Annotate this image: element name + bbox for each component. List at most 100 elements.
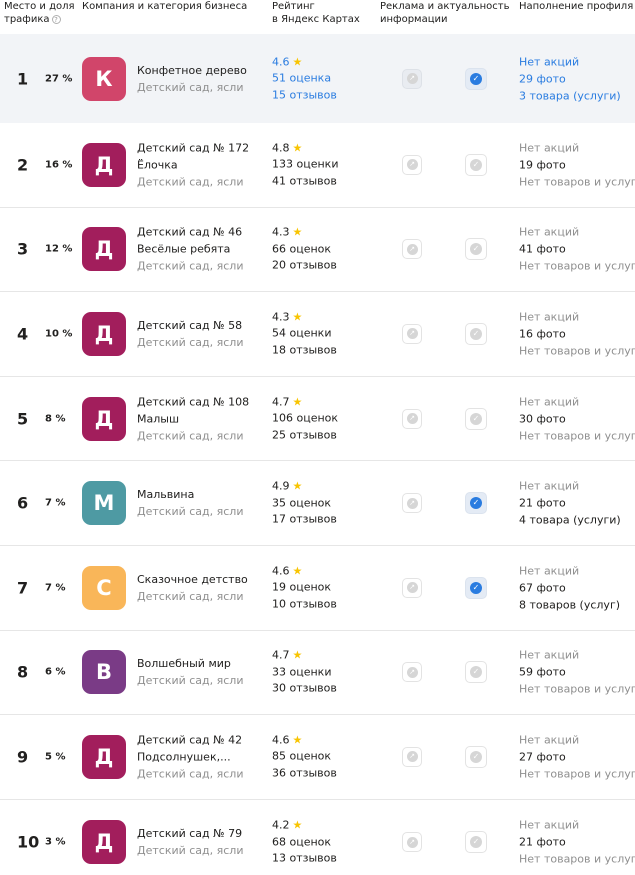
reviews-count: 13 отзывов <box>272 851 337 865</box>
ratings-count: 85 оценок <box>272 749 332 763</box>
promos-status: Нет акций <box>519 479 580 493</box>
company-info[interactable]: Детский сад № 172 Ёлочка Детский сад, яс… <box>137 139 262 190</box>
ad-dot-icon: ↗ <box>406 73 418 84</box>
traffic-share: 7 % <box>45 582 66 594</box>
info-verified-icon[interactable]: ✓ <box>465 407 487 430</box>
company-info[interactable]: Детский сад № 46 Весёлые ребята Детский … <box>137 224 262 275</box>
promos-status: Нет акций <box>519 310 580 324</box>
check-icon: ✓ <box>470 497 482 510</box>
header-ads-label-1: Реклама и актуальность <box>380 1 510 12</box>
traffic-share: 7 % <box>45 497 66 509</box>
header-rank-share: Место и доля трафика? <box>4 0 76 26</box>
company-category: Детский сад, ясли <box>137 80 244 94</box>
info-verified-icon[interactable]: ✓ <box>465 831 487 854</box>
info-verified-icon[interactable]: ✓ <box>465 745 487 768</box>
header-rank-label-2: трафика <box>4 14 50 25</box>
rank-number: 6 <box>17 493 29 513</box>
table-row[interactable]: 7 7 % С Сказочное детство Детский сад, я… <box>0 546 635 631</box>
table-row[interactable]: 5 8 % Д Детский сад № 108 Малыш Детский … <box>0 377 635 462</box>
ad-status-icon[interactable]: ↗ <box>402 408 422 429</box>
table-row[interactable]: 4 10 % Д Детский сад № 58 Детский сад, я… <box>0 292 635 377</box>
company-name-line-2: Малыш <box>137 412 180 426</box>
table-row[interactable]: 1 27 % К Конфетное дерево Детский сад, я… <box>0 34 635 123</box>
company-category: Детский сад, ясли <box>137 505 244 519</box>
profile-fill: Нет акций 29 фото 3 товара (услуги) <box>519 53 635 104</box>
table-row[interactable]: 3 12 % Д Детский сад № 46 Весёлые ребята… <box>0 208 635 293</box>
header-rating: Рейтинг в Яндекс Картах <box>272 0 372 26</box>
goods-status: Нет товаров и услуг <box>519 852 635 866</box>
star-icon: ★ <box>292 479 303 493</box>
rating-value: 4.6 <box>272 733 290 747</box>
company-name-line-1: Конфетное дерево <box>137 63 247 77</box>
company-avatar: М <box>82 481 126 526</box>
info-verified-icon[interactable]: ✓ <box>465 492 487 515</box>
ad-dot-icon: ↗ <box>406 243 418 255</box>
header-company: Компания и категория бизнеса <box>82 1 248 12</box>
ad-status-icon[interactable]: ↗ <box>402 662 422 683</box>
photos-count: 21 фото <box>519 835 566 849</box>
promos-status: Нет акций <box>519 395 580 409</box>
company-name: Детский сад № 58 <box>137 317 262 334</box>
ad-status-icon[interactable]: ↗ <box>402 239 422 260</box>
header-rating-label-1: Рейтинг <box>272 1 315 12</box>
info-verified-icon[interactable]: ✓ <box>465 576 487 599</box>
photos-count: 29 фото <box>519 72 566 85</box>
rating-value: 4.3 <box>272 310 290 324</box>
promos-status: Нет акций <box>519 733 580 747</box>
profile-fill: Нет акций 21 фото 4 товара (услуги) <box>519 478 635 529</box>
ad-status-icon[interactable]: ↗ <box>402 832 422 853</box>
company-info[interactable]: Детский сад № 79 Детский сад, ясли <box>137 825 262 859</box>
star-icon: ★ <box>292 394 303 408</box>
company-info[interactable]: Детский сад № 108 Малыш Детский сад, ясл… <box>137 393 262 444</box>
ad-status-icon[interactable]: ↗ <box>402 68 422 89</box>
ad-dot-icon: ↗ <box>406 582 418 594</box>
photos-count: 21 фото <box>519 496 566 510</box>
company-info[interactable]: Детский сад № 58 Детский сад, ясли <box>137 317 262 351</box>
info-verified-icon[interactable]: ✓ <box>465 322 487 345</box>
reviews-count: 36 отзывов <box>272 766 337 780</box>
table-row[interactable]: 9 5 % Д Детский сад № 42 Подсолнушек,...… <box>0 715 635 800</box>
info-verified-icon[interactable]: ✓ <box>465 238 487 261</box>
reviews-count: 25 отзывов <box>272 427 337 441</box>
company-name: Детский сад № 172 Ёлочка <box>137 139 262 173</box>
table-row[interactable]: 6 7 % М Мальвина Детский сад, ясли 4.9 ★ … <box>0 461 635 546</box>
info-verified-icon[interactable]: ✓ <box>465 661 487 684</box>
check-icon: ✓ <box>470 836 482 849</box>
reviews-count: 20 отзывов <box>272 258 337 272</box>
star-icon: ★ <box>292 818 303 832</box>
reviews-count: 17 отзывов <box>272 512 337 526</box>
company-avatar: Д <box>82 396 126 441</box>
ad-status-icon[interactable]: ↗ <box>402 746 422 767</box>
info-verified-icon[interactable]: ✓ <box>465 153 487 176</box>
company-category: Детский сад, ясли <box>137 767 244 781</box>
company-name-line-2: Ёлочка <box>137 158 178 172</box>
traffic-share: 16 % <box>45 159 73 171</box>
help-icon[interactable]: ? <box>51 14 61 24</box>
ad-status-icon[interactable]: ↗ <box>402 154 422 175</box>
ad-status-icon[interactable]: ↗ <box>402 323 422 344</box>
company-info[interactable]: Мальвина Детский сад, ясли <box>137 486 262 520</box>
company-avatar: Д <box>82 820 126 865</box>
rating-block: 4.7 ★ 106 оценок 25 отзывов <box>272 394 372 444</box>
traffic-share: 12 % <box>45 243 73 255</box>
ad-status-icon[interactable]: ↗ <box>402 577 422 598</box>
company-category: Детский сад, ясли <box>137 175 244 189</box>
info-verified-icon[interactable]: ✓ <box>465 67 487 90</box>
goods-status: Нет товаров и услуг <box>519 259 635 273</box>
rating-value: 4.3 <box>272 225 290 239</box>
rating-value: 4.2 <box>272 818 290 832</box>
table-row[interactable]: 2 16 % Д Детский сад № 172 Ёлочка Детски… <box>0 123 635 208</box>
company-info[interactable]: Детский сад № 42 Подсолнушек,... Детский… <box>137 731 262 782</box>
table-row[interactable]: 10 3 % Д Детский сад № 79 Детский сад, я… <box>0 800 635 875</box>
profile-fill: Нет акций 21 фото Нет товаров и услуг <box>519 817 635 868</box>
rating-block: 4.2 ★ 68 оценок 13 отзывов <box>272 817 372 867</box>
rating-block: 4.8 ★ 133 оценки 41 отзывов <box>272 140 372 190</box>
company-info[interactable]: Конфетное дерево Детский сад, ясли <box>137 62 262 96</box>
company-name: Детский сад № 79 <box>137 825 262 842</box>
ad-status-icon[interactable]: ↗ <box>402 493 422 514</box>
company-info[interactable]: Сказочное детство Детский сад, ясли <box>137 571 262 605</box>
table-row[interactable]: 8 6 % В Волшебный мир Детский сад, ясли … <box>0 631 635 716</box>
company-info[interactable]: Волшебный мир Детский сад, ясли <box>137 655 262 689</box>
rank-number: 4 <box>17 324 29 344</box>
rating-block: 4.7 ★ 33 оценки 30 отзывов <box>272 648 372 698</box>
